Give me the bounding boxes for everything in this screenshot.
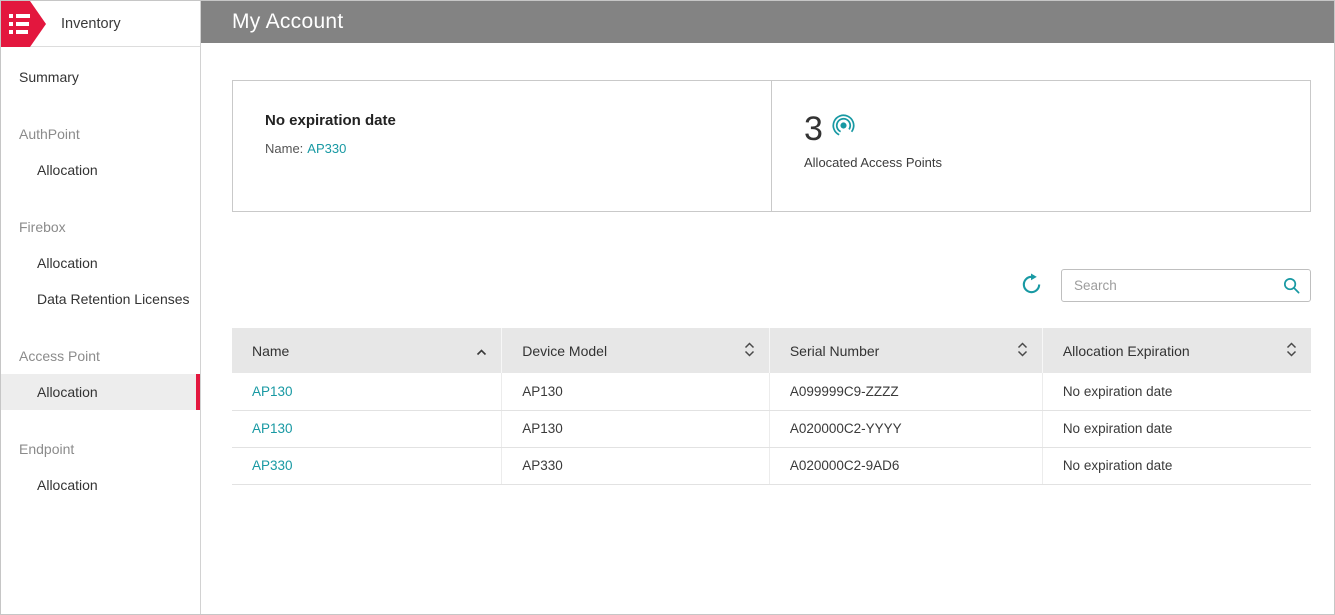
column-header-name[interactable]: Name [232, 328, 503, 373]
refresh-button[interactable] [1020, 272, 1043, 299]
access-points-table: Name Device Model Serial Number Allocati… [232, 328, 1311, 485]
device-name-link[interactable]: AP330 [307, 141, 346, 156]
sidebar-item-endpoint-allocation[interactable]: Allocation [1, 467, 200, 503]
sidebar-nav: Summary AuthPoint Allocation Firebox All… [1, 47, 200, 503]
column-label: Allocation Expiration [1062, 342, 1190, 359]
cell-serial-number: A020000C2-YYYY [769, 410, 1043, 448]
column-header-allocation-expiration[interactable]: Allocation Expiration [1042, 328, 1311, 373]
cell-device-model: AP130 [501, 410, 770, 448]
main-area: My Account No expiration date Name: AP330… [201, 1, 1334, 614]
allocated-count-row: 3 [804, 112, 1278, 146]
table-toolbar [232, 269, 1311, 302]
sidebar-item-summary[interactable]: Summary [1, 59, 200, 95]
device-link[interactable]: AP130 [252, 421, 293, 436]
expiration-card-title: No expiration date [265, 112, 396, 129]
sort-both-icon [1286, 341, 1297, 360]
sidebar-section-access-point: Access Point [19, 348, 100, 364]
column-label: Serial Number [789, 342, 880, 359]
device-link[interactable]: AP130 [252, 384, 293, 399]
expiration-card-name: Name: AP330 [265, 141, 739, 156]
table-row: AP130 AP130 A099999C9-ZZZZ No expiration… [232, 373, 1311, 411]
cell-serial-number: A020000C2-9AD6 [769, 447, 1043, 485]
table-row: AP130 AP130 A020000C2-YYYY No expiration… [232, 410, 1311, 448]
cell-name: AP130 [232, 373, 503, 411]
sidebar-item-access-point-allocation[interactable]: Allocation [1, 374, 200, 410]
sidebar-item-authpoint-allocation[interactable]: Allocation [1, 152, 200, 188]
search-input[interactable] [1061, 269, 1311, 302]
sort-both-icon [1017, 341, 1028, 360]
sidebar-brand: Inventory [1, 1, 200, 47]
allocated-card-label: Allocated Access Points [804, 155, 943, 170]
page-title: My Account [232, 10, 344, 33]
access-point-icon [831, 113, 856, 143]
page-content: No expiration date Name: AP330 3 Allocat… [201, 43, 1334, 485]
sort-both-icon [744, 341, 755, 360]
column-label: Name [252, 342, 290, 359]
cell-allocation-expiration: No expiration date [1042, 373, 1311, 411]
sidebar-section-endpoint: Endpoint [19, 441, 75, 457]
device-link[interactable]: AP330 [252, 458, 293, 473]
allocated-card: 3 Allocated Access Points [771, 81, 1310, 211]
cell-device-model: AP330 [501, 447, 770, 485]
sidebar-item-data-retention-licenses[interactable]: Data Retention Licenses [1, 281, 200, 317]
page-header: My Account [201, 1, 1334, 43]
magnifier-icon[interactable] [1282, 276, 1301, 300]
summary-cards: No expiration date Name: AP330 3 Allocat… [232, 80, 1311, 212]
expiration-card: No expiration date Name: AP330 [233, 81, 771, 211]
table-header-row: Name Device Model Serial Number Allocati… [232, 328, 1311, 373]
column-header-device-model[interactable]: Device Model [501, 328, 770, 373]
sidebar: Inventory Summary AuthPoint Allocation F… [1, 1, 201, 614]
sidebar-item-firebox-allocation[interactable]: Allocation [1, 245, 200, 281]
sidebar-section-authpoint: AuthPoint [19, 126, 80, 142]
cell-allocation-expiration: No expiration date [1042, 447, 1311, 485]
sidebar-section-firebox: Firebox [19, 219, 66, 235]
sidebar-title: Inventory [61, 15, 121, 32]
column-header-serial-number[interactable]: Serial Number [769, 328, 1043, 373]
cell-allocation-expiration: No expiration date [1042, 410, 1311, 448]
cell-name: AP130 [232, 410, 503, 448]
allocated-count: 3 [804, 110, 823, 148]
cell-serial-number: A099999C9-ZZZZ [769, 373, 1043, 411]
cell-name: AP330 [232, 447, 503, 485]
cell-device-model: AP130 [501, 373, 770, 411]
app-window: Inventory Summary AuthPoint Allocation F… [0, 0, 1335, 615]
column-label: Device Model [522, 342, 608, 359]
refresh-icon [1020, 272, 1043, 299]
table-row: AP330 AP330 A020000C2-9AD6 No expiration… [232, 447, 1311, 485]
watchguard-logo-icon [1, 1, 47, 47]
sort-asc-icon [476, 343, 487, 359]
name-label: Name: [265, 141, 304, 156]
search-box [1061, 269, 1311, 302]
